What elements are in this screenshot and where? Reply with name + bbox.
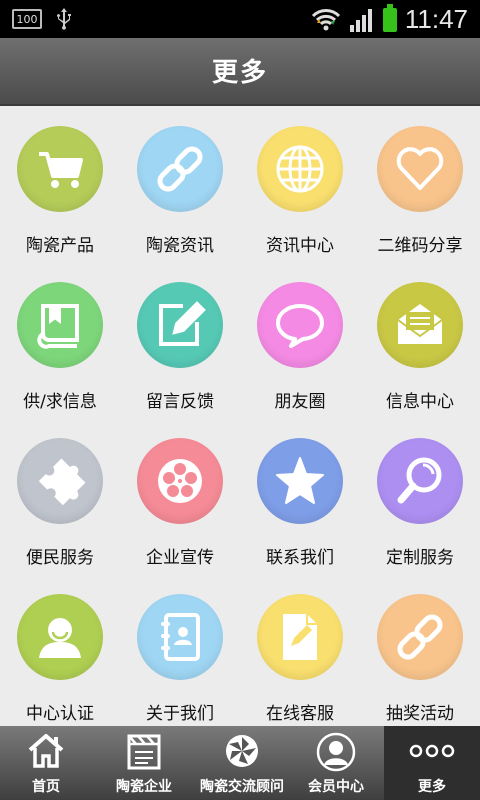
grid-item[interactable]: 陶瓷资讯 (120, 106, 240, 262)
grid-item-label: 资讯中心 (266, 236, 334, 256)
puzzle-icon (17, 438, 103, 524)
grid-item-label: 陶瓷资讯 (146, 236, 214, 256)
heart-icon (377, 126, 463, 212)
grid-item-label: 企业宣传 (146, 548, 214, 568)
grid-item[interactable]: 供/求信息 (0, 262, 120, 418)
edit-icon (137, 282, 223, 368)
grid-item[interactable]: 留言反馈 (120, 262, 240, 418)
grid-item-label: 便民服务 (26, 548, 94, 568)
clock: 11:47 (404, 4, 468, 34)
grid-item[interactable]: 企业宣传 (120, 418, 240, 574)
wifi-icon (311, 8, 340, 30)
film-reel-icon (137, 438, 223, 524)
grid-item-label: 中心认证 (26, 704, 94, 724)
grid-item-label: 朋友圈 (274, 392, 326, 412)
aperture-icon (196, 732, 288, 772)
grid-item-label: 联系我们 (266, 548, 334, 568)
cart-icon (17, 126, 103, 212)
grid-item-label: 留言反馈 (146, 392, 214, 412)
grid-item-label: 关于我们 (146, 704, 214, 724)
tab-label: 陶瓷交流顾问 (200, 779, 284, 795)
status-bar: 100 11:47 (0, 0, 480, 38)
home-icon (0, 732, 92, 772)
signal-icon (349, 8, 372, 32)
mail-icon (377, 282, 463, 368)
star-icon (257, 438, 343, 524)
grid-item-label: 二维码分享 (377, 236, 463, 256)
grid-item-label: 信息中心 (386, 392, 454, 412)
header-bar: 更多 (0, 38, 480, 106)
usb-icon (57, 8, 71, 30)
grid-item-label: 抽奖活动 (386, 704, 454, 724)
tab-more-dots[interactable]: 更多 (384, 726, 480, 800)
grid-item[interactable]: 定制服务 (360, 418, 480, 574)
grid-item-label: 供/求信息 (23, 392, 97, 412)
grid-item[interactable]: 资讯中心 (240, 106, 360, 262)
globe-icon (257, 126, 343, 212)
tab-member[interactable]: 会员中心 (288, 726, 384, 800)
book-icon (17, 282, 103, 368)
grid-item[interactable]: 关于我们 (120, 574, 240, 730)
link-icon (377, 594, 463, 680)
tab-label: 首页 (32, 779, 60, 795)
magnifier-icon (377, 438, 463, 524)
speech-bubble-icon (257, 282, 343, 368)
member-icon (288, 732, 384, 772)
contacts-icon (137, 594, 223, 680)
link-icon (137, 126, 223, 212)
tab-clapperboard[interactable]: 陶瓷企业 (92, 726, 196, 800)
bottom-tab-bar: 首页 陶瓷企业 陶瓷交流顾问 会员中心 更多 (0, 726, 480, 800)
document-edit-icon (257, 594, 343, 680)
grid-item[interactable]: 信息中心 (360, 262, 480, 418)
grid-item[interactable]: 联系我们 (240, 418, 360, 574)
grid-item-label: 定制服务 (386, 548, 454, 568)
grid-item[interactable]: 二维码分享 (360, 106, 480, 262)
page-title: 更多 (211, 58, 268, 88)
grid-item[interactable]: 抽奖活动 (360, 574, 480, 730)
tab-home[interactable]: 首页 (0, 726, 92, 800)
grid-item[interactable]: 中心认证 (0, 574, 120, 730)
tab-label: 会员中心 (308, 779, 364, 795)
clapperboard-icon (92, 732, 196, 772)
grid-item-label: 在线客服 (266, 704, 334, 724)
grid-item[interactable]: 在线客服 (240, 574, 360, 730)
grid-item-label: 陶瓷产品 (26, 236, 94, 256)
grid-item[interactable]: 朋友圈 (240, 262, 360, 418)
more-dots-icon (384, 732, 480, 772)
battery-icon (382, 3, 397, 32)
grid-item[interactable]: 陶瓷产品 (0, 106, 120, 262)
battery-level-icon: 100 (12, 9, 42, 29)
shortcut-grid: 陶瓷产品 陶瓷资讯 资讯中心 二维码分享供/求信息 留言反馈 朋友圈 信息中心便民服务 企业宣… (0, 106, 480, 726)
tab-aperture[interactable]: 陶瓷交流顾问 (196, 726, 288, 800)
tab-label: 更多 (418, 779, 446, 795)
tab-label: 陶瓷企业 (116, 779, 172, 795)
user-icon (17, 594, 103, 680)
grid-item[interactable]: 便民服务 (0, 418, 120, 574)
